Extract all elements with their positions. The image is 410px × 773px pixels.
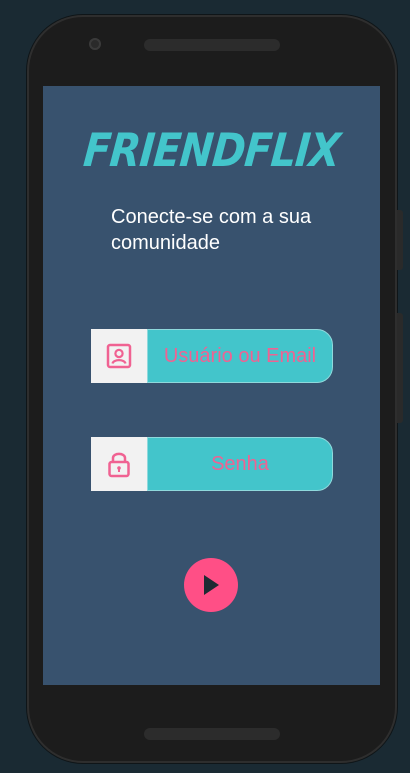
login-submit-button[interactable] — [184, 558, 238, 612]
username-icon-box — [91, 329, 147, 383]
power-button — [397, 210, 403, 270]
user-card-icon — [106, 343, 132, 369]
password-input[interactable]: Senha — [147, 437, 333, 491]
app-logo: FRIENDFLIX — [81, 124, 342, 178]
app-screen: FRIENDFLIX Conecte-se com a sua comunida… — [43, 86, 380, 685]
front-camera — [89, 38, 101, 50]
password-field[interactable]: Senha — [91, 437, 333, 491]
volume-button — [397, 313, 403, 423]
tagline: Conecte-se com a sua comunidade — [111, 206, 312, 254]
bottom-speaker — [144, 728, 280, 740]
username-field[interactable]: Usuário ou Email — [91, 329, 333, 383]
username-input[interactable]: Usuário ou Email — [147, 329, 333, 383]
password-icon-box — [91, 437, 147, 491]
top-speaker — [144, 39, 280, 51]
lock-icon — [108, 452, 130, 478]
play-icon — [204, 575, 219, 595]
